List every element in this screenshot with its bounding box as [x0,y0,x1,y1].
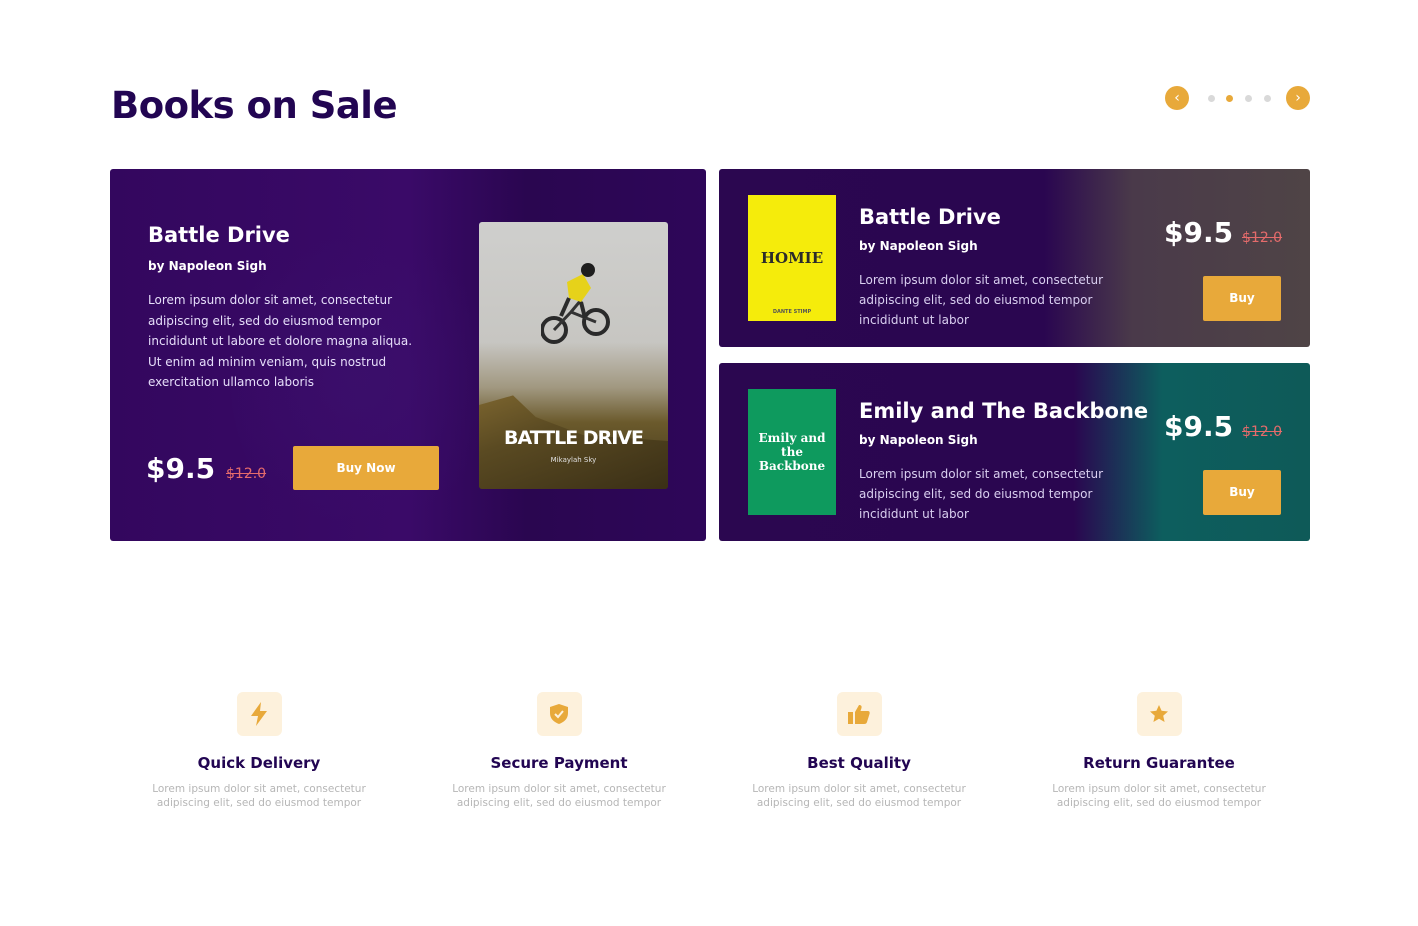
feature-quick-delivery: Quick Delivery Lorem ipsum dolor sit ame… [139,692,379,810]
slider-dot-1[interactable] [1208,95,1215,102]
cover-title: Emily and the Backbone [758,431,826,473]
feature-description: Lorem ipsum dolor sit amet, consectetur … [739,782,979,810]
feature-return-guarantee: Return Guarantee Lorem ipsum dolor sit a… [1039,692,1279,810]
feature-description: Lorem ipsum dolor sit amet, consectetur … [1039,782,1279,810]
slider-dot-3[interactable] [1245,95,1252,102]
thumbs-up-icon [836,692,882,736]
slider-dot-2[interactable] [1226,95,1233,102]
feature-title: Quick Delivery [197,754,321,772]
book-cover-image[interactable]: BATTLE DRIVE Mikaylah Sky [479,222,668,489]
feature-description-line: Lorem ipsum dolor sit amet, consectetur [1052,783,1266,795]
original-price: $12.0 [1242,424,1283,440]
book-description: Lorem ipsum dolor sit amet, consectetur … [859,273,1104,327]
book-title: Battle Drive [859,205,1001,229]
book-description: Lorem ipsum dolor sit amet, consectetur … [148,293,413,389]
buy-now-button[interactable]: Buy Now [293,446,439,490]
feature-title: Best Quality [807,754,911,772]
chevron-right-icon[interactable]: › [1286,86,1310,110]
shield-icon [536,692,582,736]
feature-secure-payment: Secure Payment Lorem ipsum dolor sit ame… [439,692,679,810]
feature-description-line: Lorem ipsum dolor sit amet, consectetur [152,783,366,795]
book-title: Emily and The Backbone [859,399,1149,423]
cover-subtitle: DANTE STIMP [772,309,812,315]
sale-price: $9.5 [1164,410,1234,443]
book-cover-image[interactable]: HOMIE DANTE STIMP [748,195,836,321]
section-title: Books on Sale [111,84,398,127]
buy-button[interactable]: Buy [1203,276,1281,321]
book-description: Lorem ipsum dolor sit amet, consectetur … [859,467,1104,521]
feature-description: Lorem ipsum dolor sit amet, consectetur … [439,782,679,810]
lightning-icon [236,692,282,736]
book-author: by Napoleon Sigh [148,259,267,273]
sale-price: $9.5 [146,452,216,485]
chevron-left-icon[interactable]: ‹ [1165,86,1189,110]
cover-subtitle: Mikaylah Sky [550,456,597,464]
book-card: Emily and the Backbone Emily and The Bac… [719,363,1310,541]
original-price: $12.0 [1242,230,1283,246]
featured-book-card: Battle Drive by Napoleon Sigh Lorem ipsu… [110,169,706,541]
feature-description-line: adipiscing elit, sed do eiusmod tempor [456,797,662,809]
slider-dot-4[interactable] [1264,95,1271,102]
feature-description-line: adipiscing elit, sed do eiusmod tempor [156,797,362,809]
cover-title: HOMIE [760,249,824,267]
book-cover-image[interactable]: Emily and the Backbone [748,389,836,515]
book-card: HOMIE DANTE STIMP Battle Drive by Napole… [719,169,1310,347]
slider-navigation: ‹ › [1165,86,1311,110]
sale-price: $9.5 [1164,216,1234,249]
feature-description: Lorem ipsum dolor sit amet, consectetur … [139,782,379,810]
feature-description-line: Lorem ipsum dolor sit amet, consectetur [452,783,666,795]
book-author: by Napoleon Sigh [859,239,978,253]
original-price: $12.0 [226,466,267,482]
feature-title: Return Guarantee [1083,754,1235,772]
cyclist-icon [541,263,610,344]
feature-title: Secure Payment [490,754,628,772]
book-title: Battle Drive [148,223,290,247]
feature-description-line: Lorem ipsum dolor sit amet, consectetur [752,783,966,795]
cover-title: BATTLE DRIVE [504,427,644,449]
buy-button[interactable]: Buy [1203,470,1281,515]
star-icon [1136,692,1182,736]
feature-description-line: adipiscing elit, sed do eiusmod tempor [1056,797,1262,809]
book-author: by Napoleon Sigh [859,433,978,447]
feature-description-line: adipiscing elit, sed do eiusmod tempor [756,797,962,809]
feature-best-quality: Best Quality Lorem ipsum dolor sit amet,… [739,692,979,810]
